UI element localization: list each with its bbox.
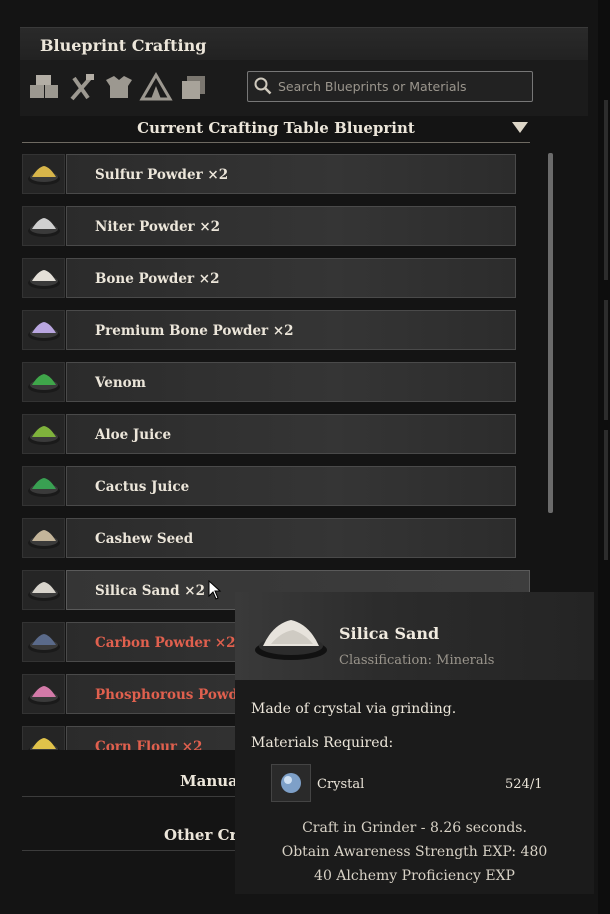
list-scrollbar[interactable] [548, 153, 553, 513]
blueprint-row[interactable]: Aloe Juice [22, 414, 552, 454]
item-icon [22, 310, 65, 350]
blueprint-filter-dropdown[interactable]: Current Crafting Table Blueprint [22, 114, 530, 143]
blueprint-row[interactable]: Sulfur Powder ×2 [22, 154, 552, 194]
exp-info: Obtain Awareness Strength EXP: 480 [281, 844, 548, 860]
tooltip-header: Silica Sand Classification: Minerals [235, 592, 594, 680]
tooltip-classification: Classification: Minerals [339, 653, 495, 668]
blueprint-name: Carbon Powder ×2 [95, 635, 236, 651]
blueprint-row-bar[interactable]: Bone Powder ×2 [66, 258, 516, 298]
item-icon [22, 466, 65, 506]
item-icon [22, 362, 65, 402]
tooltip-description: Made of crystal via grinding. [251, 701, 457, 717]
search-input[interactable] [278, 72, 526, 101]
item-tooltip: Silica Sand Classification: Minerals Mad… [235, 592, 594, 894]
crystal-icon [271, 764, 311, 802]
craft-info: Craft in Grinder - 8.26 seconds. [302, 820, 527, 836]
dropdown-label: Current Crafting Table Blueprint [137, 119, 415, 137]
blueprint-name: Niter Powder ×2 [95, 219, 221, 235]
item-icon [22, 570, 65, 610]
item-icon [22, 674, 65, 714]
proficiency-info: 40 Alchemy Proficiency EXP [314, 868, 515, 884]
blueprint-row-bar[interactable]: Premium Bone Powder ×2 [66, 310, 516, 350]
blueprint-row-bar[interactable]: Niter Powder ×2 [66, 206, 516, 246]
blueprint-row-bar[interactable]: Venom [66, 362, 516, 402]
blueprint-name: Bone Powder ×2 [95, 271, 220, 287]
blueprint-name: Cactus Juice [95, 479, 190, 495]
item-icon [22, 206, 65, 246]
blueprint-name: Venom [95, 375, 146, 391]
material-name: Crystal [317, 777, 365, 792]
item-icon [22, 622, 65, 662]
blueprint-row[interactable]: Cactus Juice [22, 466, 552, 506]
silica-sand-image [255, 620, 327, 660]
blueprint-row[interactable]: Premium Bone Powder ×2 [22, 310, 552, 350]
blueprint-name: Premium Bone Powder ×2 [95, 323, 294, 339]
item-icon [22, 518, 65, 558]
tooltip-item-name: Silica Sand [339, 624, 440, 643]
blueprint-name: Sulfur Powder ×2 [95, 167, 229, 183]
search-icon [254, 77, 272, 99]
item-icon [22, 726, 65, 750]
blueprint-name: Cashew Seed [95, 531, 194, 547]
panel-header: Blueprint Crafting [20, 27, 588, 60]
category-storage-crate-icon[interactable] [27, 72, 61, 102]
blueprint-row-bar[interactable]: Cashew Seed [66, 518, 516, 558]
blueprint-name: Corn Flour ×2 [95, 739, 203, 750]
item-icon [22, 258, 65, 298]
category-armor-icon[interactable] [102, 72, 136, 102]
blueprint-row-bar[interactable]: Aloe Juice [66, 414, 516, 454]
blueprint-row[interactable]: Bone Powder ×2 [22, 258, 552, 298]
materials-required-label: Materials Required: [251, 735, 394, 751]
category-tent-icon[interactable] [139, 72, 173, 102]
blueprint-name: Phosphorous Powder [95, 687, 254, 703]
material-count: 524/1 [505, 777, 543, 792]
category-tools-icon[interactable] [66, 72, 100, 102]
category-stacked-cards-icon[interactable] [177, 72, 211, 102]
right-edge-panel [598, 0, 610, 914]
item-icon [22, 154, 65, 194]
panel-title: Blueprint Crafting [40, 36, 207, 55]
blueprint-row[interactable]: Cashew Seed [22, 518, 552, 558]
chevron-down-icon[interactable] [512, 122, 528, 133]
mouse-cursor-icon [208, 579, 222, 604]
item-icon [22, 414, 65, 454]
blueprint-row[interactable]: Venom [22, 362, 552, 402]
blueprint-row-bar[interactable]: Cactus Juice [66, 466, 516, 506]
search-box[interactable] [247, 71, 533, 102]
blueprint-row-bar[interactable]: Sulfur Powder ×2 [66, 154, 516, 194]
blueprint-row[interactable]: Niter Powder ×2 [22, 206, 552, 246]
blueprint-name: Aloe Juice [95, 427, 172, 443]
blueprint-name: Silica Sand ×2 [95, 583, 205, 599]
